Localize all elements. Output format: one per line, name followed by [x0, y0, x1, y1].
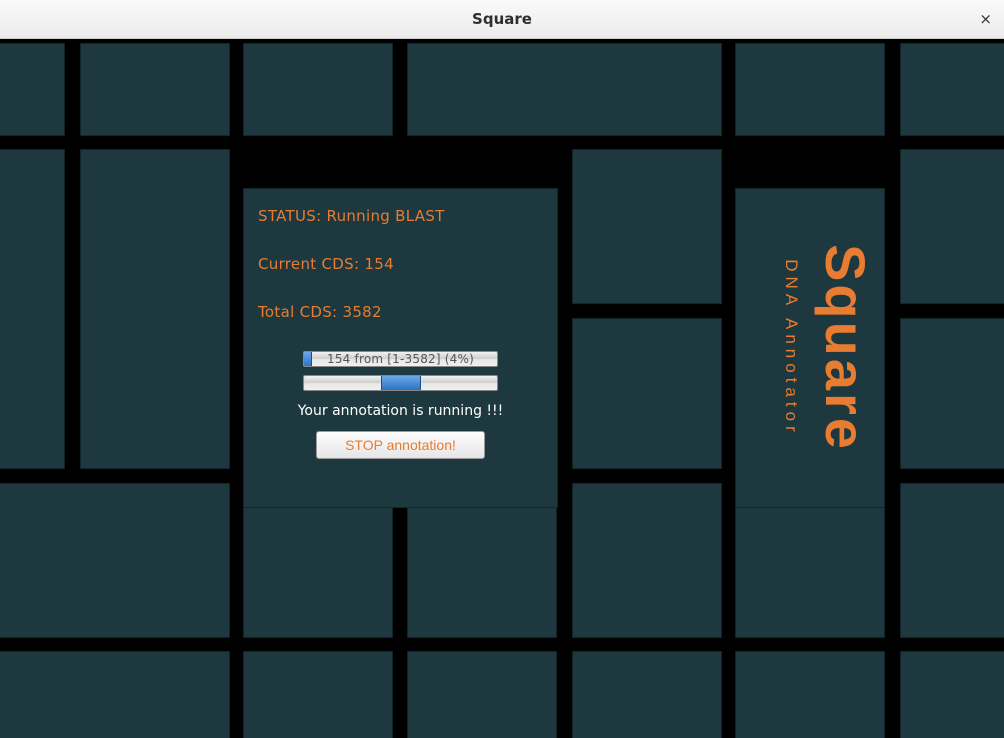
bg-tile: [0, 149, 65, 469]
bg-tile: [572, 149, 722, 304]
titlebar: Square ×: [0, 0, 1004, 39]
window-title: Square: [472, 10, 532, 28]
progress-text: 154 from [1-3582] (4%): [304, 352, 497, 366]
status-panel: STATUS: Running BLAST Current CDS: 154 T…: [243, 188, 558, 508]
close-icon[interactable]: ×: [979, 10, 992, 28]
status-value: Running BLAST: [327, 207, 445, 225]
svg-text:Square: Square: [814, 244, 870, 452]
bg-tile: [243, 651, 393, 738]
bg-tile: [80, 149, 230, 469]
progress-bar-indeterminate: [303, 375, 498, 391]
bg-tile: [900, 483, 1004, 638]
current-cds-label: Current CDS:: [258, 255, 359, 273]
bg-tile: [407, 43, 722, 136]
square-logo-icon: Square DNA Annotator: [750, 198, 870, 498]
bg-tile: [900, 651, 1004, 738]
current-cds-line: Current CDS: 154: [258, 255, 543, 273]
running-message: Your annotation is running !!!: [298, 403, 504, 419]
bg-tile: [900, 149, 1004, 304]
bg-tile: [572, 318, 722, 469]
current-cds-value: 154: [364, 255, 394, 273]
status-label: STATUS:: [258, 207, 321, 225]
bg-tile: [0, 651, 230, 738]
bg-tile: [735, 651, 885, 738]
logo-panel: Square DNA Annotator: [735, 188, 885, 508]
app-canvas: STATUS: Running BLAST Current CDS: 154 T…: [0, 39, 1004, 738]
bg-tile: [407, 651, 557, 738]
bg-tile: [0, 43, 65, 136]
total-cds-value: 3582: [342, 303, 381, 321]
bg-tile: [900, 318, 1004, 469]
bg-tile: [900, 43, 1004, 136]
progress-bounce: [381, 376, 421, 390]
bg-tile: [572, 651, 722, 738]
progress-bar-determinate: 154 from [1-3582] (4%): [303, 351, 498, 367]
status-line: STATUS: Running BLAST: [258, 207, 543, 225]
progress-section: 154 from [1-3582] (4%) Your annotation i…: [258, 351, 543, 459]
stop-annotation-button[interactable]: STOP annotation!: [316, 431, 485, 459]
bg-tile: [243, 43, 393, 136]
bg-tile: [80, 43, 230, 136]
bg-tile: [0, 483, 230, 638]
total-cds-label: Total CDS:: [258, 303, 337, 321]
bg-tile: [735, 43, 885, 136]
svg-text:DNA Annotator: DNA Annotator: [782, 259, 801, 436]
total-cds-line: Total CDS: 3582: [258, 303, 543, 321]
bg-tile: [572, 483, 722, 638]
